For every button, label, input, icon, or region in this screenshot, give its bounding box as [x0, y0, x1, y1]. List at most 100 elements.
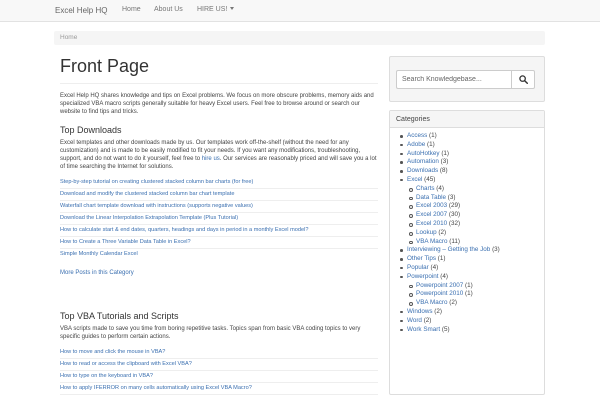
download-link[interactable]: Download the Linear Interpolation Extrap…	[60, 215, 238, 221]
intro-text: Excel Help HQ shares knowledge and tips …	[60, 93, 374, 115]
category-item: Lookup (2)	[409, 229, 544, 238]
category-link[interactable]: Access	[407, 132, 427, 139]
category-link[interactable]: Powerpoint 2007	[416, 282, 463, 289]
category-link[interactable]: VBA Macro	[416, 238, 448, 245]
vba-link[interactable]: How to type on the keyboard in VBA?	[60, 373, 153, 379]
list-item: How to apply IFERROR on many cells autom…	[60, 383, 378, 395]
breadcrumb-home[interactable]: Home	[60, 34, 77, 41]
title-divider	[60, 83, 378, 84]
category-link[interactable]: Charts	[416, 185, 435, 192]
category-item: VBA Macro (2)	[409, 299, 544, 308]
list-item: How to move and click the mouse in VBA?	[60, 347, 378, 359]
subcategory-list: Charts (4) Data Table (3) Excel 2003 (29) E…	[407, 185, 544, 247]
category-count: (32)	[448, 219, 461, 227]
search-button[interactable]	[511, 70, 535, 89]
category-count: (5)	[441, 325, 450, 333]
category-link[interactable]: Automation	[407, 158, 439, 165]
list-item: Download and modify the clustered stacke…	[60, 189, 378, 201]
search-icon	[518, 75, 528, 84]
category-link[interactable]: Downloads	[407, 167, 438, 174]
category-link[interactable]: VBA Macro	[416, 299, 448, 306]
category-item: Automation (3)	[400, 158, 544, 167]
category-item: Other Tips (1)	[400, 255, 544, 264]
sidebar: Categories Access (1)Adobe (1)AutoHotkey…	[389, 56, 545, 395]
category-item: Excel 2010 (32)	[409, 219, 544, 229]
list-item: Step-by-step tutorial on creating cluste…	[60, 177, 378, 189]
list-item: How to read or access the clipboard with…	[60, 359, 378, 371]
downloads-link-list: Step-by-step tutorial on creating cluste…	[60, 177, 378, 260]
list-item: Waterfall chart template download with i…	[60, 201, 378, 213]
category-item: VBA Macro (11)	[409, 237, 544, 247]
category-link[interactable]: Popular	[407, 264, 429, 271]
vba-link[interactable]: How to read or access the clipboard with…	[60, 361, 192, 367]
page-title: Front Page	[60, 56, 150, 76]
category-link[interactable]: AutoHotkey	[407, 150, 440, 157]
top-downloads-heading: Top Downloads	[60, 125, 122, 135]
download-link[interactable]: How to calculate start & end dates, quar…	[60, 227, 308, 233]
category-item: AutoHotkey (1)	[400, 149, 544, 159]
category-link[interactable]: Other Tips	[407, 255, 436, 262]
categories-heading: Categories	[390, 111, 544, 128]
category-count: (4)	[430, 263, 439, 271]
category-item: Word (2)	[400, 316, 544, 326]
download-link[interactable]: Download and modify the clustered stacke…	[60, 191, 234, 197]
category-count: (3)	[447, 193, 456, 201]
category-count: (45)	[424, 175, 436, 183]
category-count: (1)	[441, 149, 450, 157]
category-count: (1)	[465, 281, 473, 289]
download-link[interactable]: Simple Monthly Calendar Excel	[60, 251, 138, 257]
vba-link-list: How to move and click the mouse in VBA? …	[60, 347, 378, 395]
category-count: (11)	[449, 237, 460, 245]
category-item: Excel (45) Charts (4) Data Table (3) Excel …	[400, 175, 544, 247]
category-link[interactable]: Lookup	[416, 229, 437, 236]
category-count: (4)	[440, 272, 448, 280]
top-navbar: Excel Help HQ Home About Us HIRE US!	[0, 0, 600, 22]
vba-link[interactable]: How to move and click the mouse in VBA?	[60, 349, 165, 355]
category-item: Work Smart (5)	[400, 325, 544, 335]
category-item: Data Table (3)	[409, 193, 544, 203]
top-vba-heading: Top VBA Tutorials and Scripts	[60, 311, 179, 321]
nav-item-home[interactable]: Home	[122, 6, 141, 13]
category-link[interactable]: Excel 2010	[416, 220, 447, 227]
category-link[interactable]: Excel 2007	[416, 211, 447, 218]
category-link[interactable]: Work Smart	[407, 326, 440, 333]
category-count: (2)	[423, 316, 432, 324]
download-link[interactable]: Step-by-step tutorial on creating cluste…	[60, 179, 253, 185]
category-item: Access (1)	[400, 132, 544, 141]
search-input[interactable]	[396, 70, 511, 89]
list-item: Simple Monthly Calendar Excel	[60, 249, 378, 260]
vba-link[interactable]: How to apply IFERROR on many cells autom…	[60, 385, 252, 391]
brand-link[interactable]: Excel Help HQ	[55, 6, 107, 15]
category-link[interactable]: Excel 2003	[416, 202, 447, 209]
search-panel	[389, 56, 545, 102]
list-item: How to Create a Three Variable Data Tabl…	[60, 237, 378, 249]
category-link[interactable]: Data Table	[416, 194, 446, 201]
category-link[interactable]: Windows	[407, 308, 433, 315]
hire-us-link[interactable]: hire us	[202, 156, 220, 162]
category-item: Downloads (8)	[400, 167, 544, 176]
category-count: (1)	[465, 290, 473, 298]
category-count: (1)	[437, 255, 446, 263]
category-item: Powerpoint (4) Powerpoint 2007 (1) Powerpo…	[400, 272, 544, 308]
category-link[interactable]: Excel	[407, 176, 422, 183]
list-item: How to type on the keyboard in VBA?	[60, 371, 378, 383]
nav-item-about-us[interactable]: About Us	[154, 6, 183, 13]
download-link[interactable]: How to Create a Three Variable Data Tabl…	[60, 239, 191, 245]
category-link[interactable]: Word	[407, 317, 422, 324]
category-item: Powerpoint 2010 (1)	[409, 290, 544, 299]
top-downloads-text: Excel templates and other downloads made…	[60, 139, 378, 171]
nav-item-hire-us[interactable]: HIRE US!	[197, 6, 235, 13]
breadcrumb: Home	[54, 31, 545, 45]
category-count: (4)	[436, 184, 444, 192]
category-count: (8)	[439, 167, 448, 175]
main-content: Front Page Excel Help HQ shares knowledg…	[60, 52, 378, 395]
category-link[interactable]: Powerpoint 2010	[416, 290, 463, 297]
category-count: (29)	[448, 202, 461, 210]
download-link[interactable]: Waterfall chart template download with i…	[60, 203, 253, 209]
category-link[interactable]: Adobe	[407, 141, 425, 148]
category-link[interactable]: Powerpoint	[407, 273, 439, 280]
category-item: Windows (2)	[400, 308, 544, 317]
caret-down-icon	[230, 7, 235, 10]
category-link[interactable]: Interviewing – Getting the Job	[407, 246, 490, 253]
